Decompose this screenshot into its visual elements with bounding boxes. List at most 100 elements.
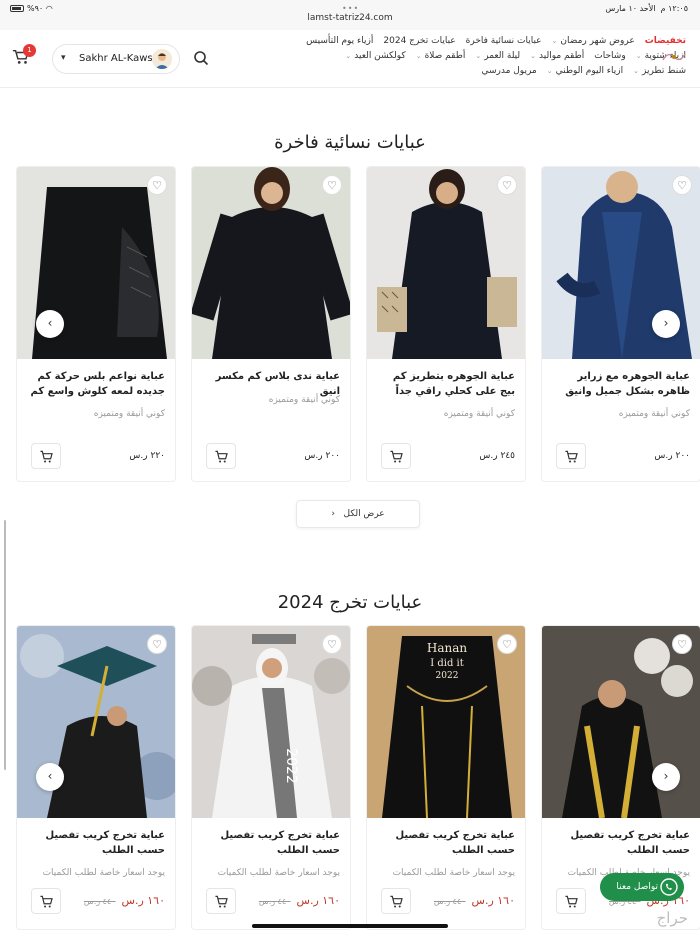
product-title[interactable]: عباية تخرج كريب تفصيل حسب الطلب (200, 828, 340, 858)
chevron-down-icon: ⌄ (345, 52, 352, 60)
battery-indicator: %٩٠ ◠ (10, 4, 53, 13)
battery-text: %٩٠ (27, 4, 44, 13)
nav-item-newborn-sets[interactable]: أطقم مواليد⌄ (530, 51, 584, 66)
wishlist-heart-icon[interactable]: ♡ (672, 175, 692, 195)
section-title-graduation: عبايات تخرج 2024 (277, 592, 423, 613)
product-image[interactable] (192, 167, 351, 359)
product-image[interactable] (367, 167, 526, 359)
cart-count-badge: 1 (23, 44, 36, 57)
price-old: ٤٤٠ ر.س (83, 897, 116, 906)
cap-text-hanan: Hanan (427, 641, 468, 655)
price-old: ٤٤٠ ر.س (258, 897, 291, 906)
product-card[interactable]: ♡ عباية ندى بلاس كم مكسر انيق كوني أنيقة… (191, 166, 351, 482)
wifi-icon: ◠ (45, 4, 53, 13)
address-bar[interactable]: lamst-tatriz24.com (0, 13, 700, 23)
nav-label: تخفيضات (644, 36, 686, 46)
avatar (152, 49, 172, 69)
product-price: ٢٢٠ ر.س (129, 451, 165, 461)
nav-item-prayer-sets[interactable]: أطقم صلاة⌄ (416, 51, 466, 66)
nav-item-founding-day[interactable]: أزياء يوم التأسيس (306, 36, 373, 51)
nav-row-2: ازياء شتوية⌄ وشاحات أطقم مواليد⌄ ليلة ال… (246, 51, 686, 66)
wishlist-heart-icon[interactable]: ♡ (497, 634, 517, 654)
product-subtitle: كوني أنيقة ومتميزه (443, 409, 515, 419)
product-title[interactable]: عباية الجوهره بتطريز كم بيج على كحلي راق… (375, 369, 515, 399)
nav-item-school-uniform[interactable]: مريول مدرسي (481, 66, 536, 81)
user-menu-button[interactable]: ▾ Sakhr AL-Kawsi (52, 44, 180, 74)
wishlist-heart-icon[interactable]: ♡ (147, 175, 167, 195)
product-price: ١٦٠ ر.س ٤٤٠ ر.س (259, 894, 340, 907)
nav-label: عبايات نسائية فاخرة (465, 36, 542, 46)
add-to-cart-button[interactable] (206, 443, 236, 469)
window-dots-icon[interactable]: ••• (342, 4, 359, 13)
add-to-cart-button[interactable] (381, 443, 411, 469)
add-to-cart-button[interactable] (31, 443, 61, 469)
carousel-prev-arrow-icon[interactable]: ‹ (36, 763, 64, 791)
nav-label: عبايات تخرج 2024 (383, 36, 456, 46)
user-name: Sakhr AL-Kawsi (79, 53, 156, 64)
product-title[interactable]: عباية تخرج كريب تفصيل حسب الطلب (375, 828, 515, 858)
search-icon[interactable] (193, 50, 209, 66)
product-title[interactable]: عباية تخرج كريب تفصيل حسب الطلب (25, 828, 165, 858)
product-card[interactable]: 2022 ♡ عباية تخرج كريب تفصيل حسب الطلب ي… (191, 625, 351, 930)
whatsapp-contact-button[interactable]: تواصل معنا (600, 873, 684, 901)
chevron-down-icon: ⌄ (635, 52, 642, 60)
price-old: ٤٤٠ ر.س (433, 897, 466, 906)
home-indicator[interactable] (252, 924, 448, 928)
nav-label: أطقم صلاة (424, 51, 466, 61)
wishlist-heart-icon[interactable]: ♡ (672, 634, 692, 654)
product-image[interactable]: 2022 (192, 626, 351, 818)
nav-item-national-day[interactable]: ازياء اليوم الوطني⌄ (547, 66, 623, 81)
nav-label: ليلة العمر (484, 51, 521, 61)
add-to-cart-button[interactable] (206, 888, 236, 914)
wishlist-heart-icon[interactable]: ♡ (322, 634, 342, 654)
wishlist-heart-icon[interactable]: ♡ (497, 175, 517, 195)
price-value: ٢٠٠ ر.س (654, 451, 690, 461)
nav-item-eid-collection[interactable]: كولكشن العيد⌄ (345, 51, 405, 66)
price-value: ٢٤٥ ر.س (479, 451, 515, 461)
add-to-cart-button[interactable] (556, 888, 586, 914)
chevron-down-icon: ⌄ (415, 52, 422, 60)
product-image[interactable] (542, 626, 700, 818)
site-header: 1 ▾ Sakhr AL-Kawsi تخفيضات عروض شهر رمضا… (0, 30, 700, 88)
price-value: ٢٠٠ ر.س (304, 451, 340, 461)
whatsapp-label: تواصل معنا (616, 882, 658, 892)
cap-text-did-it: I did it (430, 658, 464, 669)
nav-item-embroidered-bags[interactable]: شنط تطريز⌄ (633, 66, 686, 81)
nav-item-scarves[interactable]: وشاحات (594, 51, 625, 66)
nav-item-ramadan-offers[interactable]: عروض شهر رمضان⌄ (552, 36, 635, 51)
product-card[interactable]: ♡ عباية الجوهره بتطريز كم بيج على كحلي ر… (366, 166, 526, 482)
product-image[interactable]: Hanan I did it 2022 (367, 626, 526, 818)
brand-logo[interactable] (660, 48, 688, 66)
product-image[interactable] (17, 626, 176, 818)
nav-item-wedding-night[interactable]: ليلة العمر⌄ (475, 51, 520, 66)
add-to-cart-button[interactable] (381, 888, 411, 914)
view-all-label: عرض الكل (343, 509, 385, 519)
nav-item-luxury-abayas[interactable]: عبايات نسائية فاخرة (466, 36, 542, 51)
price-new: ١٦٠ ر.س (471, 894, 515, 907)
nav-label: أزياء يوم التأسيس (306, 36, 374, 46)
carousel-next-arrow-icon[interactable]: › (652, 763, 680, 791)
sash-text-year: 2022 (283, 748, 299, 784)
wishlist-heart-icon[interactable]: ♡ (147, 634, 167, 654)
clock-time: ١٢:٠٥ م (660, 4, 688, 13)
product-title[interactable]: عباية نواعم بلس حركة كم جديده لمعه كلوش … (25, 369, 165, 399)
battery-icon (10, 5, 24, 12)
clock-date: الأحد ١٠ مارس (605, 4, 656, 13)
wishlist-heart-icon[interactable]: ♡ (322, 175, 342, 195)
add-to-cart-button[interactable] (556, 443, 586, 469)
carousel-next-arrow-icon[interactable]: › (652, 310, 680, 338)
nav-label: كولكشن العيد (354, 51, 406, 61)
product-card[interactable]: Hanan I did it 2022 ♡ عباية تخرج كريب تف… (366, 625, 526, 930)
chevron-down-icon: ⌄ (551, 37, 558, 45)
product-title[interactable]: عباية الجوهره مع زراير ظاهره بشكل جميل و… (550, 369, 690, 399)
cap-text-year: 2022 (436, 671, 459, 681)
page-scrollbar[interactable] (4, 520, 6, 770)
carousel-prev-arrow-icon[interactable]: ‹ (36, 310, 64, 338)
nav-item-graduation-abayas[interactable]: عبايات تخرج 2024 (383, 36, 455, 51)
chevron-down-icon: ⌄ (475, 52, 482, 60)
price-new: ١٦٠ ر.س (121, 894, 165, 907)
nav-label: شنط تطريز (642, 66, 686, 76)
view-all-button[interactable]: عرض الكل ‹ (296, 500, 420, 528)
product-title[interactable]: عباية تخرج كريب تفصيل حسب الطلب (550, 828, 690, 858)
add-to-cart-button[interactable] (31, 888, 61, 914)
